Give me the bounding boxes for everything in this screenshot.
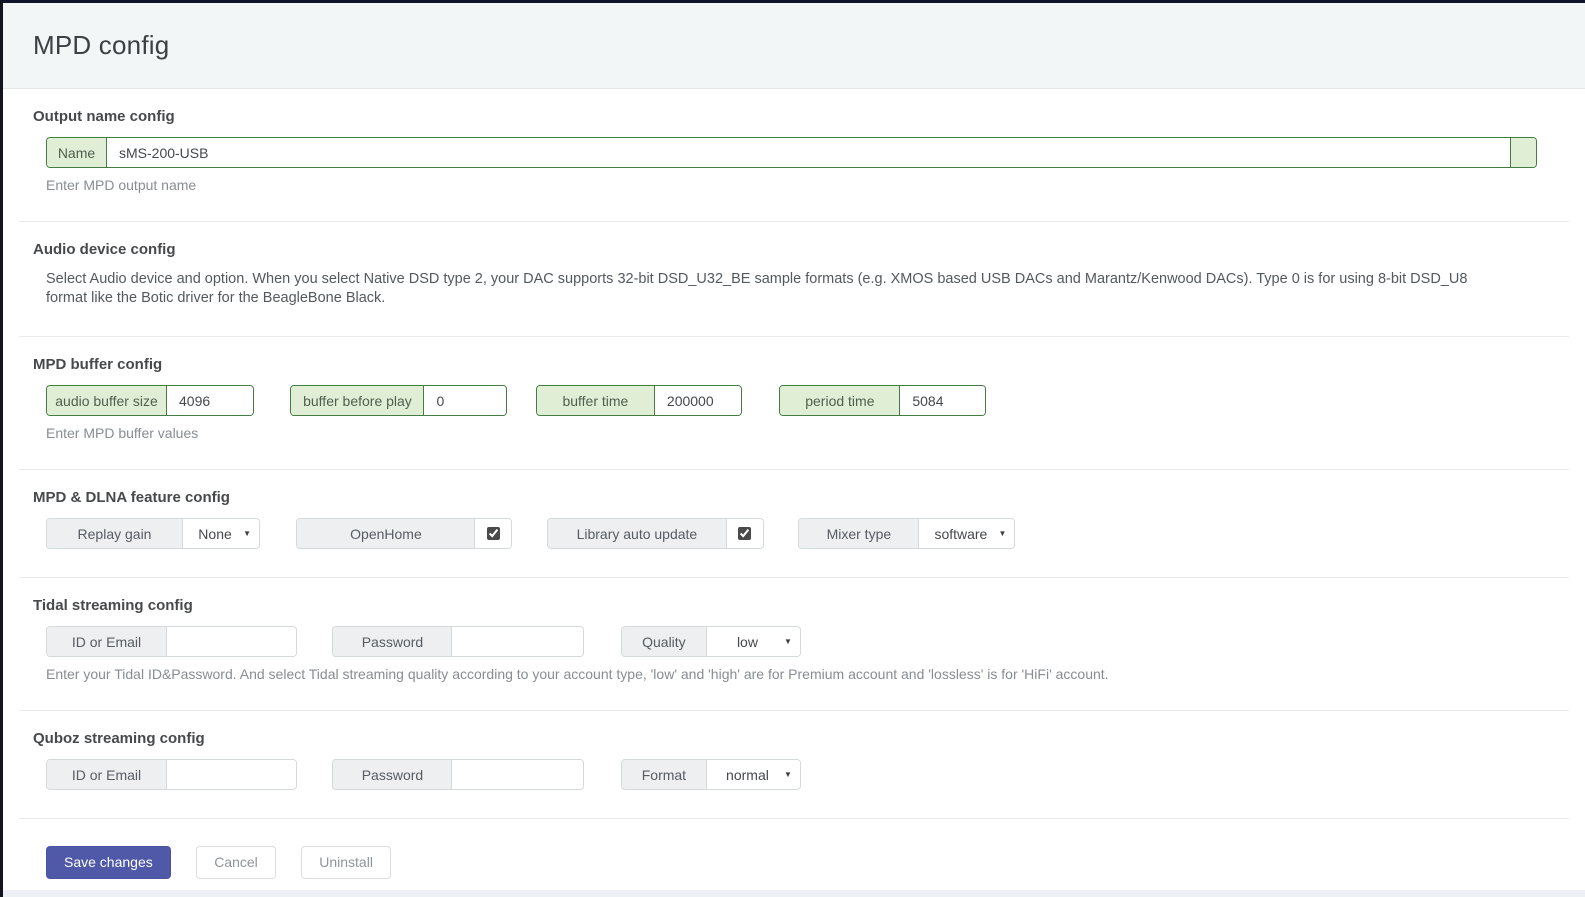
chevron-down-icon: ▼ xyxy=(243,529,251,538)
replay-gain-selected-value: None xyxy=(187,526,243,542)
audio-buffer-size-group: audio buffer size xyxy=(46,385,254,416)
section-mpd-dlna: MPD & DLNA feature config Replay gain No… xyxy=(19,470,1569,578)
audio-buffer-size-label: audio buffer size xyxy=(47,386,167,415)
chevron-down-icon: ▼ xyxy=(998,529,1006,538)
page-header: MPD config xyxy=(3,3,1585,89)
library-auto-update-group: Library auto update xyxy=(547,518,764,549)
audio-device-description: Select Audio device and option. When you… xyxy=(46,270,1479,308)
page-footer-strip xyxy=(3,890,1585,897)
section-heading: Tidal streaming config xyxy=(33,597,1569,614)
qobuz-id-input[interactable] xyxy=(167,760,296,789)
chevron-down-icon: ▼ xyxy=(784,637,792,646)
uninstall-button[interactable]: Uninstall xyxy=(301,846,391,879)
period-time-label: period time xyxy=(780,386,900,415)
buffer-before-play-group: buffer before play xyxy=(290,385,507,416)
qobuz-password-label: Password xyxy=(333,760,452,789)
tidal-id-group: ID or Email xyxy=(46,626,297,657)
chevron-down-icon: ▼ xyxy=(784,770,792,779)
tidal-password-label: Password xyxy=(333,627,452,656)
tidal-quality-selected-value: low xyxy=(711,634,784,650)
section-heading: Audio device config xyxy=(33,241,1569,258)
tidal-quality-label: Quality xyxy=(622,627,707,656)
tidal-quality-group: Quality low ▼ xyxy=(621,626,801,657)
save-changes-button[interactable]: Save changes xyxy=(46,846,171,879)
qobuz-id-label: ID or Email xyxy=(47,760,167,789)
qobuz-id-group: ID or Email xyxy=(46,759,297,790)
mixer-type-selected-value: software xyxy=(923,526,998,542)
help-text: Enter MPD output name xyxy=(46,177,1569,193)
section-heading: Quboz streaming config xyxy=(33,730,1569,747)
tidal-password-group: Password xyxy=(332,626,584,657)
help-text: Enter MPD buffer values xyxy=(46,425,1569,441)
replay-gain-group: Replay gain None ▼ xyxy=(46,518,260,549)
section-heading: MPD & DLNA feature config xyxy=(33,489,1569,506)
buffer-before-play-label: buffer before play xyxy=(291,386,424,415)
section-heading: MPD buffer config xyxy=(33,356,1569,373)
buffer-time-group: buffer time xyxy=(536,385,742,416)
buffer-before-play-input[interactable] xyxy=(424,386,506,415)
section-output-name: Output name config Name Enter MPD output… xyxy=(19,89,1569,222)
tidal-id-input[interactable] xyxy=(167,627,296,656)
section-tidal: Tidal streaming config ID or Email Passw… xyxy=(19,578,1569,711)
replay-gain-label: Replay gain xyxy=(47,519,183,548)
buffer-time-input[interactable] xyxy=(655,386,741,415)
openhome-checkbox[interactable] xyxy=(487,527,500,540)
library-auto-update-checkbox[interactable] xyxy=(738,527,751,540)
section-mpd-buffer: MPD buffer config audio buffer size buff… xyxy=(19,337,1569,470)
section-audio-device: Audio device config Select Audio device … xyxy=(19,222,1569,337)
mixer-type-label: Mixer type xyxy=(799,519,919,548)
output-name-group: Name xyxy=(46,137,1537,168)
form-actions: Save changes Cancel Uninstall xyxy=(19,819,1569,879)
period-time-group: period time xyxy=(779,385,986,416)
tidal-quality-select[interactable]: low ▼ xyxy=(707,627,800,656)
period-time-input[interactable] xyxy=(900,386,985,415)
library-auto-update-label: Library auto update xyxy=(548,519,727,548)
qobuz-format-selected-value: normal xyxy=(711,767,784,783)
qobuz-password-input[interactable] xyxy=(452,760,583,789)
app-window: MPD config Output name config Name Enter… xyxy=(0,0,1585,897)
help-text: Enter your Tidal ID&Password. And select… xyxy=(46,666,1569,682)
config-form: Output name config Name Enter MPD output… xyxy=(3,89,1585,890)
qobuz-password-group: Password xyxy=(332,759,584,790)
output-name-addon xyxy=(1510,138,1536,167)
qobuz-format-label: Format xyxy=(622,760,707,789)
output-name-input[interactable] xyxy=(107,138,1510,167)
openhome-label: OpenHome xyxy=(297,519,475,548)
tidal-password-input[interactable] xyxy=(452,627,583,656)
cancel-button[interactable]: Cancel xyxy=(196,846,276,879)
tidal-id-label: ID or Email xyxy=(47,627,167,656)
qobuz-format-select[interactable]: normal ▼ xyxy=(707,760,800,789)
section-qobuz: Quboz streaming config ID or Email Passw… xyxy=(19,711,1569,819)
section-heading: Output name config xyxy=(33,108,1569,125)
mixer-type-group: Mixer type software ▼ xyxy=(798,518,1015,549)
output-name-label: Name xyxy=(47,138,107,167)
buffer-time-label: buffer time xyxy=(537,386,655,415)
mixer-type-select[interactable]: software ▼ xyxy=(919,519,1014,548)
qobuz-format-group: Format normal ▼ xyxy=(621,759,801,790)
openhome-group: OpenHome xyxy=(296,518,512,549)
audio-buffer-size-input[interactable] xyxy=(167,386,253,415)
replay-gain-select[interactable]: None ▼ xyxy=(183,519,259,548)
page-title: MPD config xyxy=(33,30,1585,61)
